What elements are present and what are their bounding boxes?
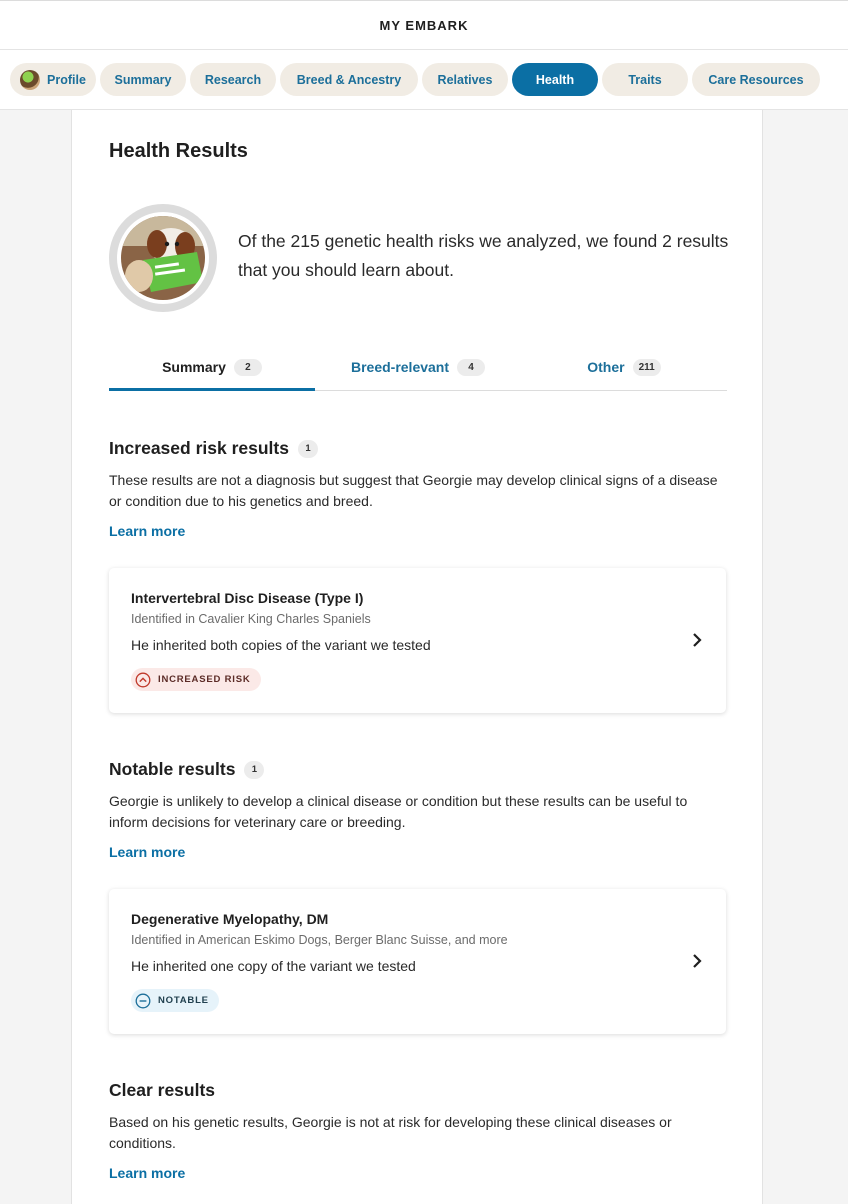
tab-breed-relevant-count: 4: [457, 359, 486, 376]
notable-heading: Notable results 1: [109, 759, 265, 780]
nav-summary[interactable]: Summary: [100, 63, 186, 96]
dog-photo-ring: [109, 204, 217, 312]
increased-risk-count: 1: [297, 439, 318, 458]
nav-care-resources[interactable]: Care Resources: [692, 63, 820, 96]
nav-relatives-label: Relatives: [437, 72, 493, 87]
nav-summary-label: Summary: [114, 72, 172, 87]
result-detail: He inherited both copies of the variant …: [131, 637, 431, 653]
increased-risk-heading: Increased risk results 1: [109, 438, 318, 459]
app-title: MY EMBARK: [379, 17, 469, 33]
increased-risk-learn-more-link[interactable]: Learn more: [109, 523, 185, 539]
nav-breed-ancestry[interactable]: Breed & Ancestry: [280, 63, 418, 96]
tab-other-label: Other: [587, 359, 625, 375]
results-tabs: Summary 2 Breed-relevant 4 Other 211: [109, 353, 727, 391]
dog-avatar-icon: [20, 69, 41, 90]
nav-research-label: Research: [204, 72, 262, 87]
result-title: Intervertebral Disc Disease (Type I): [131, 590, 364, 606]
nav-relatives[interactable]: Relatives: [422, 63, 508, 96]
notable-result-card[interactable]: Degenerative Myelopathy, DM Identified i…: [109, 889, 726, 1034]
clear-learn-more-link[interactable]: Learn more: [109, 1165, 185, 1181]
dog-photo: [121, 216, 205, 300]
notable-description: Georgie is unlikely to develop a clinica…: [109, 793, 688, 830]
increased-risk-badge-label: INCREASED RISK: [158, 674, 251, 685]
tab-summary-count: 2: [233, 359, 262, 376]
health-results-panel: Health Results Of the 215 genetic health…: [71, 110, 763, 1204]
result-identified-in: Identified in American Eskimo Dogs, Berg…: [131, 933, 508, 947]
tab-other-count: 211: [632, 359, 661, 376]
result-identified-in: Identified in Cavalier King Charles Span…: [131, 612, 371, 626]
tab-breed-relevant[interactable]: Breed-relevant 4: [315, 353, 521, 391]
nav-care-resources-label: Care Resources: [708, 72, 804, 87]
tab-other[interactable]: Other 211: [521, 353, 727, 391]
chevron-right-icon[interactable]: [690, 631, 704, 649]
nav-traits[interactable]: Traits: [602, 63, 688, 96]
result-detail: He inherited one copy of the variant we …: [131, 958, 416, 974]
clear-heading: Clear results: [109, 1080, 215, 1101]
clear-title: Clear results: [109, 1080, 216, 1100]
results-intro: Of the 215 genetic health risks we analy…: [238, 231, 729, 280]
tab-breed-relevant-label: Breed-relevant: [350, 359, 450, 375]
notable-count: 1: [244, 760, 265, 779]
increased-risk-title: Increased risk results: [109, 438, 289, 458]
notable-learn-more-link[interactable]: Learn more: [109, 844, 185, 860]
nav-profile[interactable]: Profile: [10, 63, 96, 96]
notable-badge: NOTABLE: [131, 989, 219, 1012]
nav-health[interactable]: Health: [512, 63, 598, 96]
nav-research[interactable]: Research: [190, 63, 276, 96]
chevron-right-icon[interactable]: [690, 952, 704, 970]
nav-traits-label: Traits: [628, 72, 662, 87]
increased-risk-result-card[interactable]: Intervertebral Disc Disease (Type I) Ide…: [109, 568, 726, 713]
nav-profile-label: Profile: [47, 72, 86, 87]
nav-health-label: Health: [535, 72, 575, 87]
notable-badge-label: NOTABLE: [158, 995, 209, 1006]
increased-risk-badge: INCREASED RISK: [131, 668, 261, 691]
increased-risk-description: These results are not a diagnosis but su…: [109, 472, 718, 509]
clear-description: Based on his genetic results, Georgie is…: [109, 1114, 672, 1151]
nav-bar: Profile Summary Research Breed & Ancestr…: [0, 50, 848, 110]
chevron-up-circle-icon: [135, 672, 151, 688]
tab-summary-label: Summary: [162, 359, 226, 375]
top-bar: MY EMBARK: [0, 0, 848, 50]
result-title: Degenerative Myelopathy, DM: [131, 911, 329, 927]
page-title: Health Results: [109, 140, 248, 162]
tab-summary[interactable]: Summary 2: [109, 353, 315, 391]
minus-circle-icon: [135, 993, 151, 1009]
nav-breed-ancestry-label: Breed & Ancestry: [296, 72, 402, 87]
notable-title: Notable results: [109, 759, 236, 779]
